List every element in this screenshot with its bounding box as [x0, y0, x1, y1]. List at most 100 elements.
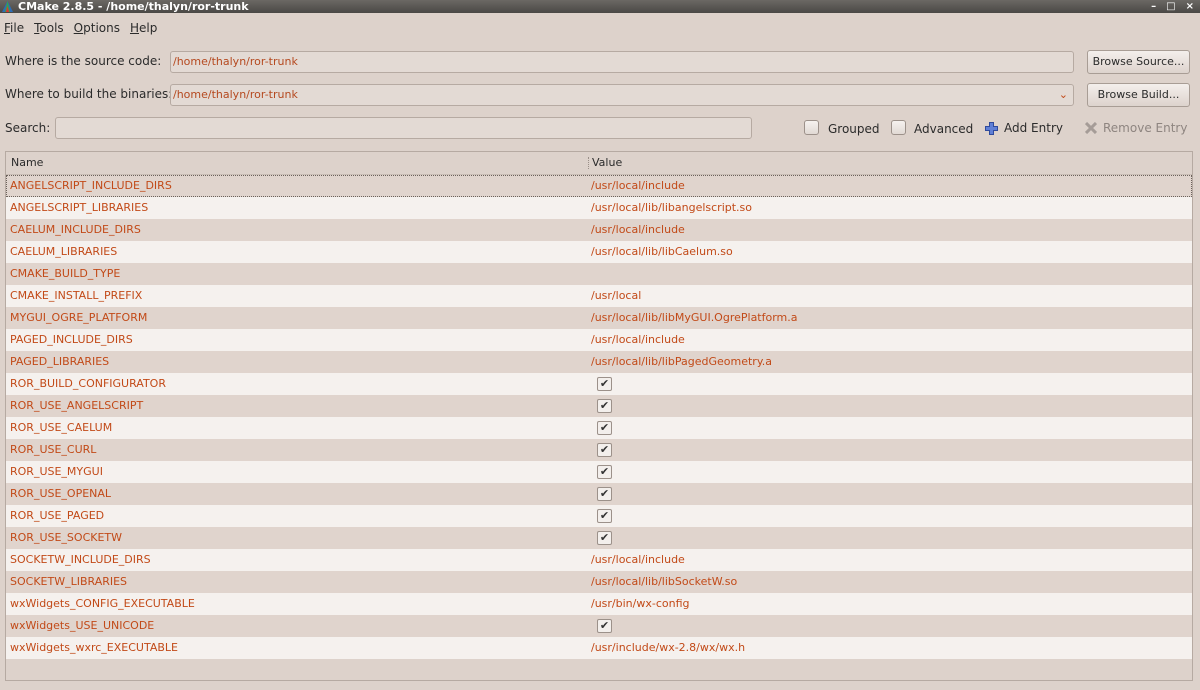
entry-value[interactable]: /usr/bin/wx-config	[591, 593, 690, 615]
chevron-down-icon[interactable]: ⌄	[1059, 85, 1068, 105]
remove-entry-label: Remove Entry	[1103, 121, 1188, 135]
table-row[interactable]: CAELUM_INCLUDE_DIRS/usr/local/include	[6, 219, 1192, 241]
entry-name: MYGUI_OGRE_PLATFORM	[10, 311, 148, 324]
table-row[interactable]: ROR_USE_OPENAL ✔	[6, 483, 1192, 505]
table-row[interactable]: SOCKETW_INCLUDE_DIRS/usr/local/include	[6, 549, 1192, 571]
entry-name: ROR_USE_CURL	[10, 443, 97, 456]
source-path-field[interactable]: /home/thalyn/ror-trunk	[170, 51, 1074, 73]
entry-name: ROR_USE_MYGUI	[10, 465, 103, 478]
table-row[interactable]: ROR_USE_SOCKETW ✔	[6, 527, 1192, 549]
advanced-checkbox[interactable]	[891, 120, 906, 135]
table-row[interactable]: ROR_USE_CURL ✔	[6, 439, 1192, 461]
minimize-icon[interactable]: –	[1151, 0, 1156, 13]
browse-source-button[interactable]: Browse Source...	[1087, 50, 1190, 74]
entry-name: PAGED_INCLUDE_DIRS	[10, 333, 133, 346]
table-row[interactable]: PAGED_INCLUDE_DIRS/usr/local/include	[6, 329, 1192, 351]
table-header: Name Value	[6, 152, 1192, 175]
title-bar: CMake 2.8.5 - /home/thalyn/ror-trunk – □…	[0, 0, 1200, 13]
plus-icon	[985, 121, 998, 135]
table-row[interactable]: ROR_USE_ANGELSCRIPT ✔	[6, 395, 1192, 417]
window-title: CMake 2.8.5 - /home/thalyn/ror-trunk	[18, 0, 249, 13]
menu-file[interactable]: File	[0, 18, 30, 38]
entry-checkbox[interactable]: ✔	[597, 619, 612, 633]
menu-tools[interactable]: Tools	[30, 18, 70, 38]
build-path-value: /home/thalyn/ror-trunk	[173, 88, 298, 101]
entry-value[interactable]: /usr/local/lib/libMyGUI.OgrePlatform.a	[591, 307, 798, 329]
maximize-icon[interactable]: □	[1166, 0, 1175, 13]
entry-name: wxWidgets_wxrc_EXECUTABLE	[10, 641, 178, 654]
entry-name: CAELUM_LIBRARIES	[10, 245, 118, 258]
remove-icon	[1085, 122, 1097, 134]
search-label: Search:	[5, 121, 51, 135]
source-label: Where is the source code:	[5, 54, 162, 68]
add-entry-button[interactable]: Add Entry	[985, 120, 1063, 136]
source-path-value: /home/thalyn/ror-trunk	[173, 55, 298, 68]
entry-name: CMAKE_BUILD_TYPE	[10, 267, 121, 280]
entry-value[interactable]: /usr/local/include	[591, 329, 685, 351]
entry-name: wxWidgets_USE_UNICODE	[10, 619, 155, 632]
entry-value[interactable]: /usr/local/lib/libangelscript.so	[591, 197, 752, 219]
column-header-name[interactable]: Name	[11, 152, 43, 174]
column-separator[interactable]	[588, 157, 590, 169]
entry-value[interactable]: /usr/local/include	[591, 549, 685, 571]
table-row[interactable]: wxWidgets_CONFIG_EXECUTABLE/usr/bin/wx-c…	[6, 593, 1192, 615]
entry-checkbox[interactable]: ✔	[597, 487, 612, 501]
entry-name: wxWidgets_CONFIG_EXECUTABLE	[10, 597, 195, 610]
entry-name: SOCKETW_LIBRARIES	[10, 575, 128, 588]
entry-value[interactable]: /usr/local/lib/libCaelum.so	[591, 241, 733, 263]
column-header-value[interactable]: Value	[592, 152, 622, 174]
menu-help[interactable]: Help	[126, 18, 163, 38]
table-row[interactable]: wxWidgets_USE_UNICODE ✔	[6, 615, 1192, 637]
table-row[interactable]: MYGUI_OGRE_PLATFORM/usr/local/lib/libMyG…	[6, 307, 1192, 329]
build-path-combobox[interactable]: /home/thalyn/ror-trunk ⌄	[170, 84, 1074, 106]
entry-value[interactable]: /usr/local	[591, 285, 641, 307]
menu-options[interactable]: Options	[70, 18, 126, 38]
entry-name: ANGELSCRIPT_INCLUDE_DIRS	[10, 179, 172, 192]
table-row[interactable]: wxWidgets_wxrc_EXECUTABLE/usr/include/wx…	[6, 637, 1192, 659]
table-row[interactable]: CAELUM_LIBRARIES/usr/local/lib/libCaelum…	[6, 241, 1192, 263]
grouped-checkbox[interactable]	[804, 120, 819, 135]
add-entry-label: Add Entry	[1004, 121, 1063, 135]
entry-checkbox[interactable]: ✔	[597, 509, 612, 523]
entry-name: ROR_USE_SOCKETW	[10, 531, 123, 544]
table-row[interactable]: ROR_USE_MYGUI ✔	[6, 461, 1192, 483]
entry-checkbox[interactable]: ✔	[597, 377, 612, 391]
entry-checkbox[interactable]: ✔	[597, 443, 612, 457]
remove-entry-button[interactable]: Remove Entry	[1085, 120, 1187, 136]
entry-checkbox[interactable]: ✔	[597, 399, 612, 413]
table-row[interactable]: ROR_BUILD_CONFIGURATOR ✔	[6, 373, 1192, 395]
table-row[interactable]: CMAKE_BUILD_TYPE	[6, 263, 1192, 285]
table-row[interactable]: CMAKE_INSTALL_PREFIX/usr/local	[6, 285, 1192, 307]
browse-build-button[interactable]: Browse Build...	[1087, 83, 1190, 107]
menu-bar: File Tools Options Help	[0, 18, 163, 38]
entry-checkbox[interactable]: ✔	[597, 465, 612, 479]
cmake-logo-icon	[2, 1, 13, 12]
table-row[interactable]: SOCKETW_LIBRARIES/usr/local/lib/libSocke…	[6, 571, 1192, 593]
entry-name: ROR_USE_PAGED	[10, 509, 105, 522]
table-row[interactable]: ANGELSCRIPT_LIBRARIES/usr/local/lib/liba…	[6, 197, 1192, 219]
entry-name: ROR_USE_CAELUM	[10, 421, 113, 434]
entry-name: ROR_USE_ANGELSCRIPT	[10, 399, 144, 412]
entry-name: ANGELSCRIPT_LIBRARIES	[10, 201, 149, 214]
table-row[interactable]: ROR_USE_PAGED ✔	[6, 505, 1192, 527]
entry-value[interactable]: /usr/local/include	[591, 175, 685, 197]
search-input[interactable]	[55, 117, 752, 139]
entry-checkbox[interactable]: ✔	[597, 531, 612, 545]
close-icon[interactable]: ×	[1186, 0, 1194, 13]
cache-table: Name Value ANGELSCRIPT_INCLUDE_DIRS/usr/…	[5, 151, 1193, 681]
entry-value[interactable]: /usr/local/lib/libPagedGeometry.a	[591, 351, 772, 373]
entry-value[interactable]: /usr/include/wx-2.8/wx/wx.h	[591, 637, 745, 659]
entry-value[interactable]: /usr/local/include	[591, 219, 685, 241]
table-row[interactable]: ROR_USE_CAELUM ✔	[6, 417, 1192, 439]
entry-value[interactable]: /usr/local/lib/libSocketW.so	[591, 571, 737, 593]
grouped-label: Grouped	[828, 122, 880, 136]
table-row[interactable]: PAGED_LIBRARIES/usr/local/lib/libPagedGe…	[6, 351, 1192, 373]
entry-name: ROR_BUILD_CONFIGURATOR	[10, 377, 166, 390]
entry-name: CAELUM_INCLUDE_DIRS	[10, 223, 141, 236]
advanced-label: Advanced	[914, 122, 974, 136]
entry-name: ROR_USE_OPENAL	[10, 487, 112, 500]
entry-checkbox[interactable]: ✔	[597, 421, 612, 435]
table-body: ANGELSCRIPT_INCLUDE_DIRS/usr/local/inclu…	[6, 175, 1192, 659]
table-row[interactable]: ANGELSCRIPT_INCLUDE_DIRS/usr/local/inclu…	[6, 175, 1192, 197]
entry-name: PAGED_LIBRARIES	[10, 355, 110, 368]
